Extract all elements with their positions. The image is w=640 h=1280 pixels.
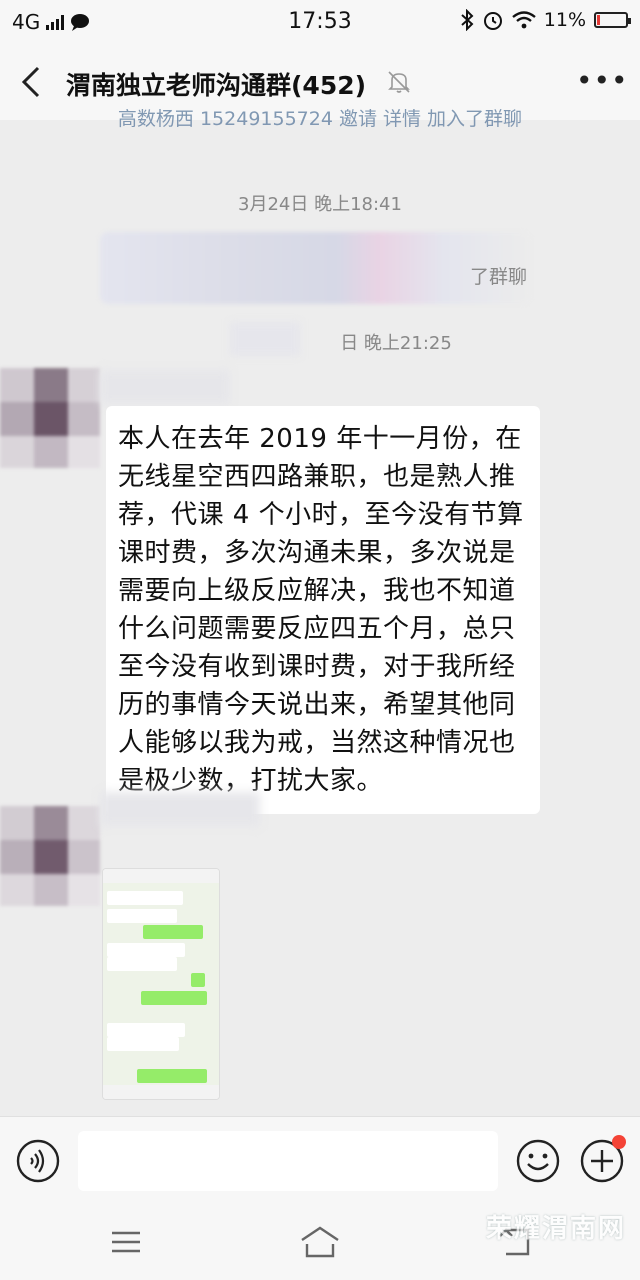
emoji-icon[interactable] <box>516 1139 560 1183</box>
image-message[interactable] <box>102 868 220 1100</box>
image-footer <box>103 1085 219 1099</box>
status-bar: 4G 17:53 11% <box>0 0 640 44</box>
text-message-bubble[interactable]: 本人在去年 2019 年十一月份，在无线星空西四路兼职，也是熟人推荐，代课 4 … <box>106 406 540 814</box>
voice-icon[interactable] <box>16 1139 60 1183</box>
system-message-blurred <box>100 232 530 304</box>
avatar[interactable] <box>0 368 100 468</box>
avatar[interactable] <box>0 806 100 906</box>
battery-percent: 11% <box>543 9 586 31</box>
menu-icon[interactable] <box>104 1224 148 1260</box>
battery-icon <box>594 12 631 28</box>
input-bar <box>0 1116 640 1205</box>
sender-name-blurred <box>100 792 260 826</box>
timestamp-1: 3月24日 晚上18:41 <box>238 194 402 215</box>
image-content <box>103 883 219 1085</box>
status-right: 11% <box>460 9 631 31</box>
alarm-icon <box>483 12 502 30</box>
notification-dot <box>612 1135 626 1149</box>
watermark: 荣耀渭南网 <box>485 1214 626 1244</box>
more-icon[interactable]: ••• <box>576 66 628 102</box>
wifi-icon <box>512 11 536 29</box>
timestamp-2: 日 晚上21:25 <box>340 333 452 354</box>
message-input[interactable] <box>78 1131 498 1191</box>
battery-fill <box>597 15 600 25</box>
back-arrow-icon[interactable] <box>14 64 50 100</box>
sender-name-blurred <box>100 370 230 404</box>
timestamp-mask <box>230 322 300 356</box>
image-header <box>103 869 219 883</box>
system-message-join: 高数杨西 15249155724 邀请 详情 加入了群聊 <box>117 108 523 130</box>
chat-title[interactable]: 渭南独立老师沟通群(452) <box>66 66 366 102</box>
system-message-tail: 了群聊 <box>470 266 528 288</box>
bluetooth-icon <box>461 9 474 31</box>
mute-bell-icon <box>388 71 410 93</box>
home-icon[interactable] <box>298 1224 342 1260</box>
